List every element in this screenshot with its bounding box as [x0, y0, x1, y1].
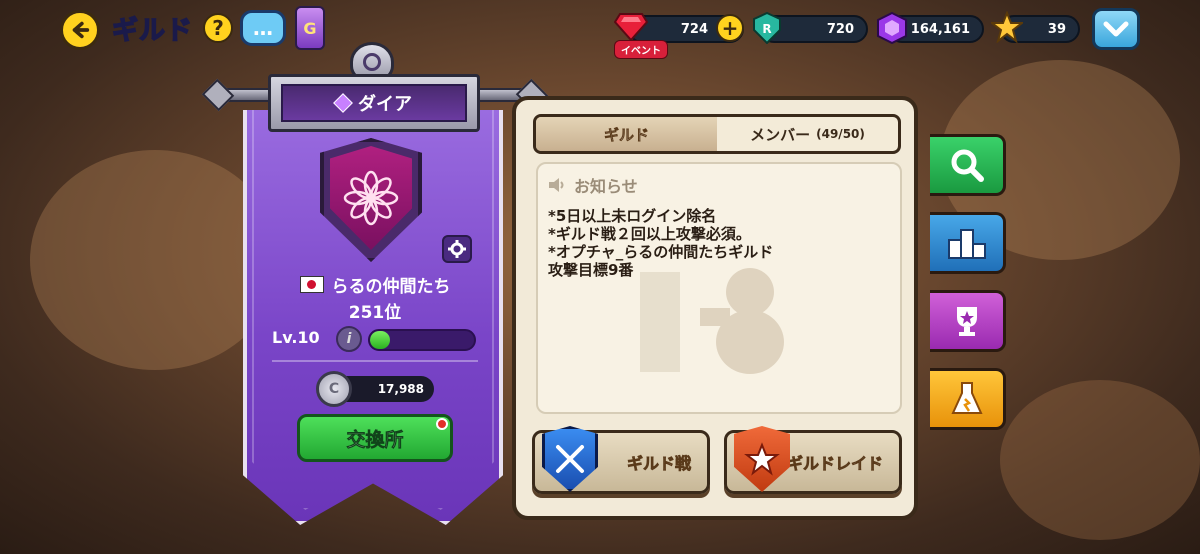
back-arrow-icon: [72, 21, 90, 39]
side-tab-search[interactable]: [930, 134, 1006, 196]
side-tab-trophy[interactable]: [930, 290, 1006, 352]
banner-divider: [272, 360, 478, 362]
can-item-icon[interactable]: G: [295, 6, 325, 50]
notice-title: お知らせ: [574, 177, 638, 196]
diamond-icon: [333, 93, 353, 113]
guild-xp-fill: [370, 331, 390, 349]
help-button[interactable]: ?: [203, 13, 233, 43]
guild-rank: 251位: [348, 303, 402, 323]
event-tag: イベント: [614, 40, 668, 59]
guild-war-label: ギルド戦: [626, 454, 692, 474]
guild-level: Lv.10: [272, 328, 320, 347]
gold-star-amount: 39: [1047, 21, 1066, 37]
flower-icon: [343, 170, 399, 226]
add-gems-button[interactable]: +: [716, 14, 744, 42]
member-count: (49/50): [816, 127, 865, 141]
gem-amount: 724: [680, 21, 708, 37]
guild-coin-icon: C: [316, 371, 352, 407]
notification-dot: [436, 418, 448, 430]
tab-members-label: メンバー: [750, 125, 811, 144]
back-button[interactable]: [60, 10, 100, 50]
star-icon: [990, 10, 1024, 44]
guild-settings-button[interactable]: [442, 235, 472, 263]
speaker-icon: [549, 178, 564, 192]
green-currency-amount: 720: [826, 21, 854, 37]
tier-plate: ダイア: [268, 74, 480, 132]
guild-name-row: らるの仲間たち: [260, 272, 490, 297]
map-island: [1000, 380, 1200, 540]
tier-label: ダイア: [358, 94, 412, 115]
chevron-down-icon: [1103, 21, 1129, 37]
trophy-icon: [956, 307, 977, 336]
podium-icon: [947, 229, 986, 259]
level-info-button[interactable]: i: [336, 326, 362, 352]
japan-flag-icon: [299, 276, 324, 293]
chat-button[interactable]: …: [240, 10, 286, 46]
exchange-button[interactable]: 交換所: [297, 414, 453, 462]
tab-guild[interactable]: ギルド: [536, 117, 717, 151]
flask-icon: [950, 382, 983, 414]
guild-coin-amount: 17,988: [377, 382, 424, 396]
map-island: [30, 150, 280, 370]
search-icon: [951, 149, 984, 182]
purple-currency-amount: 164,161: [910, 21, 970, 37]
side-tab-ranking[interactable]: [930, 212, 1006, 274]
notice-header: お知らせ: [548, 173, 638, 197]
ruby-icon: [614, 10, 648, 44]
guild-name: らるの仲間たち: [331, 277, 451, 297]
side-tab-lab[interactable]: [930, 368, 1006, 430]
panel-tabs: ギルド メンバー (49/50): [533, 114, 901, 154]
tab-guild-label: ギルド: [603, 125, 650, 144]
gear-icon: [448, 240, 466, 258]
guild-xp-bar: [368, 329, 476, 351]
tab-members[interactable]: メンバー (49/50): [717, 117, 898, 151]
purple-gem-icon: [875, 11, 909, 45]
green-shield-icon: R: [750, 11, 784, 45]
svg-text:R: R: [762, 22, 771, 36]
notice-body: *5日以上未ログイン除名 *ギルド戦２回以上攻撃必須。 *オプチャ_らるの仲間た…: [548, 207, 774, 279]
page-title: ギルド: [111, 15, 194, 47]
cookie-mascot-illustration: [640, 268, 784, 374]
guild-raid-label: ギルドレイド: [786, 454, 884, 474]
menu-dropdown-button[interactable]: [1092, 8, 1140, 50]
